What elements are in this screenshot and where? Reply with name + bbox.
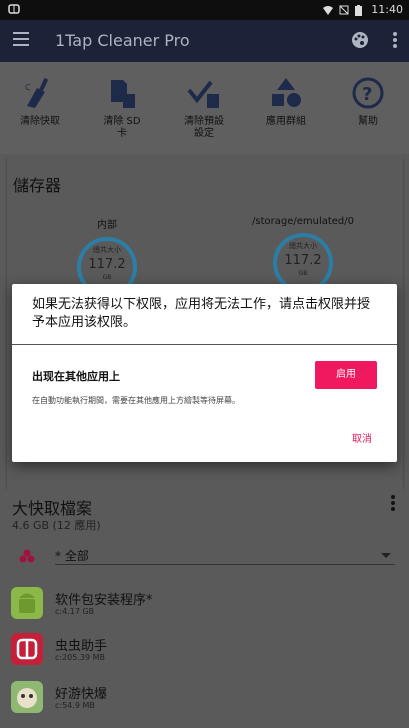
help-label: 幫助 [358, 116, 378, 127]
storage-heading: 儲存器 [13, 176, 62, 195]
shapes-icon [269, 76, 303, 110]
filter-row: * 全部 [15, 543, 395, 567]
list-item[interactable]: 软件包安装程序* c:4.17 GB [11, 587, 391, 627]
chevron-down-icon [381, 553, 391, 558]
android-icon [11, 587, 43, 619]
app-groups-button[interactable]: 應用群組 [246, 76, 326, 128]
app-groups-label: 應用群組 [266, 116, 306, 127]
help-button[interactable]: ? 幫助 [328, 76, 408, 128]
clear-defaults-label: 清除預設 設定 [184, 116, 224, 139]
list-item[interactable]: 虫虫助手 c:205.39 MB [11, 633, 391, 673]
clear-sd-button[interactable]: 清除 SD 卡 [82, 76, 162, 140]
cache-more-icon[interactable] [391, 495, 395, 511]
check-trash-icon [187, 76, 221, 110]
internal-gauge-label: 總共大小 [93, 246, 121, 254]
app-size: c:4.17 GB [55, 607, 95, 616]
clear-sd-label: 清除 SD 卡 [103, 116, 141, 139]
app-title: 1Tap Cleaner Pro [55, 31, 190, 50]
svg-text:?: ? [362, 84, 372, 105]
group-dots-icon [19, 548, 35, 563]
filter-dropdown[interactable]: * 全部 [55, 547, 395, 565]
tool-row: C 清除快取 清除 SD 卡 清除預設 設定 應用群組 ? 幫助 [0, 62, 409, 154]
bug-icon [8, 3, 20, 18]
permission-title: 出现在其他应用上 [32, 370, 120, 383]
large-cache-card: 大快取檔案 4.6 GB (12 應用) * 全部 软件包安装程序* c:4.1… [7, 483, 403, 728]
clear-cache-label: 清除快取 [20, 116, 60, 127]
app-name: 软件包安装程序* [55, 593, 153, 608]
svg-text:C: C [25, 83, 31, 92]
app-size: c:205.39 MB [55, 653, 106, 662]
cancel-button[interactable]: 取消 [352, 430, 372, 445]
help-icon: ? [351, 76, 385, 110]
status-time: 11:40 [371, 3, 403, 16]
dialog-message: 如果无法获得以下权限，应用将无法工作，请点击权限并授予本应用该权限。 [32, 297, 371, 330]
clear-defaults-button[interactable]: 清除預設 設定 [164, 76, 244, 140]
palette-icon[interactable] [351, 31, 369, 49]
sd-card-icon [105, 76, 139, 110]
app-size: c:54.9 MB [55, 701, 95, 710]
internal-gauge-unit: GB [102, 274, 112, 281]
game-app-icon [11, 681, 43, 713]
internal-name: 内部 [97, 220, 117, 231]
battery-icon [355, 4, 365, 16]
external-gauge-unit: GB [298, 270, 308, 277]
app-bar: 1Tap Cleaner Pro [0, 20, 409, 62]
app-name: 好游快爆 [55, 687, 108, 702]
app-name: 虫虫助手 [55, 639, 108, 654]
status-bar: 11:40 [0, 0, 409, 20]
clear-cache-button[interactable]: C 清除快取 [0, 76, 80, 128]
broom-icon: C [23, 76, 57, 110]
external-storage[interactable]: /storage/emulated/0 總共大小 117.2 GB [223, 216, 383, 293]
enable-button[interactable]: 启用 [315, 361, 377, 389]
no-sim-icon [339, 5, 349, 15]
external-gauge-label: 總共大小 [289, 242, 317, 250]
cache-summary: 4.6 GB (12 應用) [12, 519, 101, 532]
menu-icon[interactable] [13, 32, 29, 46]
filter-value: * 全部 [55, 549, 89, 563]
external-gauge-value: 117.2 [284, 253, 322, 268]
dialog-divider [12, 344, 397, 345]
permission-description: 在自動功能執行期間，需要在其他應用上方繪製等待屏幕。 [32, 396, 240, 405]
bug-app-icon [11, 633, 43, 665]
internal-gauge-value: 117.2 [88, 257, 126, 272]
cache-heading: 大快取檔案 [12, 499, 93, 518]
more-options-icon[interactable] [393, 32, 397, 48]
wifi-icon [323, 5, 334, 15]
permission-dialog: 如果无法获得以下权限，应用将无法工作，请点击权限并授予本应用该权限。 出现在其他… [12, 284, 397, 462]
external-name: /storage/emulated/0 [251, 216, 355, 227]
list-item[interactable]: 好游快爆 c:54.9 MB [11, 681, 391, 721]
